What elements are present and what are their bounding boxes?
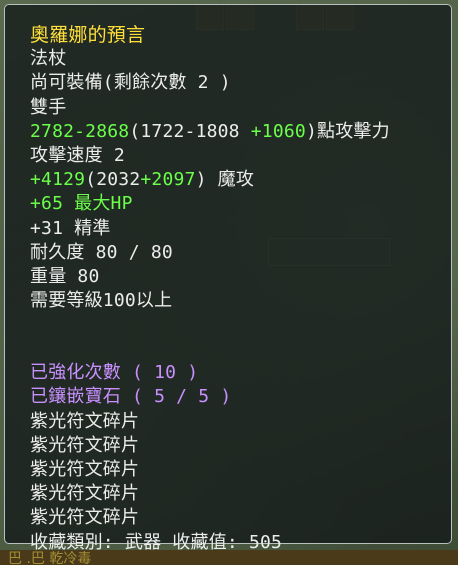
weight-stat: 重量 80	[30, 265, 100, 287]
attack-stat: 2782-2868(1722-1808 +1060)點攻擊力	[30, 120, 451, 144]
attack-open-paren: (	[129, 120, 141, 142]
attack-base: 1722-1808	[140, 120, 240, 142]
gem-item: 紫光符文碎片	[30, 410, 140, 432]
gem-item: 紫光符文碎片	[30, 434, 140, 456]
collection-info: 收藏類別: 武器 收藏值: 505	[30, 531, 283, 553]
item-name: 奧羅娜的預言	[30, 24, 146, 46]
item-tooltip: 奧羅娜的預言 法杖 尚可裝備(剩餘次數 2 ) 雙手 2782-2868(172…	[4, 4, 452, 553]
magic-total: +4129	[30, 169, 86, 191]
hand-type: 雙手	[30, 96, 67, 118]
magic-bonus: +2097	[140, 169, 196, 191]
magic-stat: +4129(2032+2097) 魔攻	[30, 168, 451, 192]
attack-bonus: +1060	[239, 120, 306, 142]
equip-remaining: 尚可裝備(剩餘次數 2 )	[30, 72, 231, 94]
durability-stat: 耐久度 80 / 80	[30, 241, 173, 263]
magic-base: 2032	[96, 169, 141, 191]
max-hp-stat: +65 最大HP	[30, 193, 133, 215]
attack-total: 2782-2868	[30, 120, 130, 142]
magic-open-paren: (	[85, 169, 97, 191]
gem-item: 紫光符文碎片	[30, 459, 140, 480]
gem-item: 紫光符文碎片	[30, 483, 140, 505]
attack-suffix: )點攻擊力	[305, 120, 390, 142]
required-level: 需要等級100以上	[30, 290, 173, 312]
socket-count: 已鑲嵌寶石 ( 5 / 5 )	[30, 386, 232, 408]
enhance-count: 已強化次數 ( 10 )	[30, 362, 199, 384]
item-type: 法杖	[30, 48, 67, 70]
accuracy-stat: +31 精準	[30, 217, 111, 239]
gem-item: 紫光符文碎片	[30, 507, 140, 529]
attack-speed: 攻擊速度 2	[30, 144, 125, 166]
magic-suffix: ) 魔攻	[195, 169, 255, 191]
